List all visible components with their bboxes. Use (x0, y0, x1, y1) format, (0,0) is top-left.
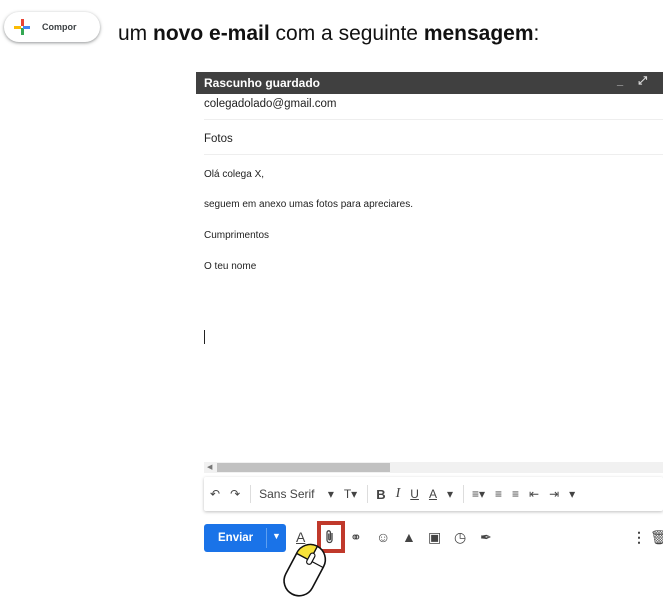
drive-icon[interactable]: ▲ (402, 529, 416, 545)
window-controls[interactable]: _ ⤢ (617, 75, 653, 88)
align-icon[interactable]: ≡▾ (472, 487, 485, 501)
scroll-thumb[interactable] (217, 463, 390, 472)
font-size-icon[interactable]: T▾ (344, 487, 357, 501)
mouse-click-icon (283, 543, 327, 597)
draft-status: Rascunho guardado (204, 76, 321, 90)
send-button[interactable]: Enviar ▼ (204, 524, 286, 552)
insert-photo-icon[interactable]: ▣ (428, 529, 441, 546)
more-options-icon[interactable]: ⋮ (632, 529, 646, 546)
body-line[interactable]: O teu nome (204, 261, 256, 272)
confidential-mode-icon[interactable]: ◷ (454, 529, 466, 546)
to-field[interactable]: colegadolado@gmail.com (204, 98, 663, 120)
trash-icon[interactable]: 🗑 (650, 529, 663, 546)
formatting-toolbar: ↶ ↷ Sans Serif ▾ T▾ B I U A ▾ ≡▾ ≡ ≡ ⇤ ⇥ … (204, 477, 663, 511)
italic-button[interactable]: I (396, 486, 401, 502)
text-color-button[interactable]: A ▾ (429, 487, 453, 501)
plus-icon (14, 19, 30, 35)
body-line[interactable]: Olá colega X, (204, 169, 264, 180)
compose-window: Rascunho guardado _ ⤢ colegadolado@gmail… (196, 72, 663, 592)
compose-actions: Enviar ▼ A ⚭ ☺ ▲ ▣ ◷ ✒ ⋮ 🗑 (204, 521, 663, 554)
compose-titlebar[interactable]: Rascunho guardado _ ⤢ (196, 72, 663, 94)
horizontal-scrollbar[interactable]: ◀ (204, 462, 663, 473)
indent-less-icon[interactable]: ⇤ (529, 487, 539, 501)
numbered-list-icon[interactable]: ≡ (495, 487, 502, 501)
more-formatting-icon[interactable]: ▾ (569, 487, 575, 501)
text-cursor (204, 330, 205, 344)
body-line[interactable]: seguem em anexo umas fotos para apreciar… (204, 199, 413, 210)
subject-field[interactable]: Fotos (204, 133, 663, 155)
emoji-icon[interactable]: ☺ (376, 529, 390, 545)
font-select[interactable]: Sans Serif ▾ (259, 487, 334, 501)
compose-label: Compor (42, 22, 77, 32)
redo-icon[interactable]: ↷ (230, 487, 240, 501)
insert-link-icon[interactable]: ⚭ (350, 529, 362, 546)
body-line[interactable]: Cumprimentos (204, 230, 269, 241)
underline-button[interactable]: U (410, 487, 419, 501)
signature-icon[interactable]: ✒ (480, 529, 492, 546)
instruction-text: um novo e-mail com a seguinte mensagem: (118, 22, 540, 45)
indent-more-icon[interactable]: ⇥ (549, 487, 559, 501)
bold-button[interactable]: B (376, 487, 385, 502)
scroll-left-icon[interactable]: ◀ (207, 463, 212, 471)
bullet-list-icon[interactable]: ≡ (512, 487, 519, 501)
undo-icon[interactable]: ↶ (210, 487, 220, 501)
compose-button[interactable]: Compor (4, 12, 100, 42)
